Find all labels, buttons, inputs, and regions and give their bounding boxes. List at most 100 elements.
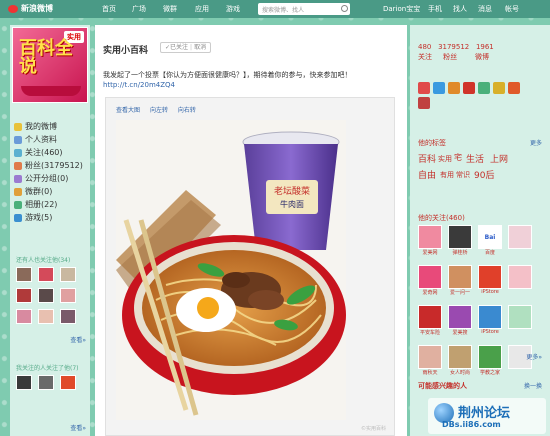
follow-status-button[interactable]: ✓已关注 | 取消 <box>160 42 212 53</box>
follow-name[interactable]: 女人时尚 <box>448 369 472 376</box>
user-thumb[interactable] <box>60 288 76 303</box>
follow-avatar[interactable] <box>508 225 532 249</box>
rotate-left-link[interactable]: 向左转 <box>150 107 168 114</box>
also-following-more[interactable]: 查看» <box>70 335 86 344</box>
follow-item[interactable]: iPStore <box>478 305 502 339</box>
menu-my-weibo[interactable]: 我的微博 <box>14 120 83 133</box>
app-icon[interactable] <box>418 82 430 94</box>
app-icon[interactable] <box>478 82 490 94</box>
follow-name[interactable]: 平安车险 <box>418 329 442 336</box>
nav-apps[interactable]: 应用 <box>195 4 209 14</box>
follow-avatar[interactable] <box>418 225 442 249</box>
follow-item[interactable]: iPStore <box>478 265 502 299</box>
follow-avatar[interactable] <box>508 265 532 289</box>
microphone-icon[interactable] <box>463 82 475 94</box>
follow-item[interactable]: 女人时尚 <box>448 345 472 379</box>
menu-games[interactable]: 游戏(5) <box>14 211 83 224</box>
follow-name[interactable]: 弹桂桥 <box>448 249 472 256</box>
following-label[interactable]: 关注 <box>418 53 432 61</box>
view-large-link[interactable]: 查看大图 <box>116 107 140 114</box>
tags-more[interactable]: 更多 <box>530 138 542 147</box>
follow-item[interactable]: 爱美网 <box>418 225 442 259</box>
follow-item[interactable] <box>508 265 532 299</box>
menu-following[interactable]: 关注(460) <box>14 146 83 159</box>
menu-fans[interactable]: 粉丝(3179512) <box>14 159 83 172</box>
nav-home[interactable]: 首页 <box>102 4 116 14</box>
following-count[interactable]: 480 <box>418 43 431 51</box>
follow-item[interactable]: 雨秋天 <box>418 345 442 379</box>
follow-avatar[interactable] <box>448 305 472 329</box>
follow-name[interactable]: 学教之家 <box>478 369 502 376</box>
post-link[interactable]: http://t.cn/20m4ZQ4 <box>103 81 175 89</box>
menu-weiqun[interactable]: 微群(0) <box>14 185 83 198</box>
follow-name[interactable]: 爱一问一 <box>448 289 472 296</box>
follow-name[interactable]: 雨秋天 <box>418 369 442 376</box>
maybe-interested-refresh[interactable]: 换一换 <box>524 381 542 390</box>
profile-avatar[interactable]: 实用 百科全说 <box>12 27 88 103</box>
user-thumb[interactable] <box>38 309 54 324</box>
fans-count[interactable]: 3179512 <box>438 43 469 51</box>
nav-user[interactable]: Darion宝宝 <box>383 4 420 14</box>
baidu-logo[interactable]: Bai <box>478 225 502 249</box>
follow-item[interactable]: 爱奇网 <box>418 265 442 299</box>
follow-name[interactable]: 爱美网 <box>418 249 442 256</box>
app-icon[interactable] <box>448 82 460 94</box>
app-icon[interactable] <box>493 82 505 94</box>
follow-item[interactable]: 弹桂桥 <box>448 225 472 259</box>
follow-avatar[interactable] <box>448 265 472 289</box>
follow-avatar[interactable] <box>418 265 442 289</box>
follow-name[interactable]: 爱奇网 <box>418 289 442 296</box>
app-icon[interactable] <box>508 82 520 94</box>
follow-avatar[interactable] <box>418 305 442 329</box>
follow-item[interactable] <box>508 225 532 259</box>
nav-mobile[interactable]: 手机 <box>428 4 442 14</box>
follow-name[interactable]: iPStore <box>478 289 502 295</box>
tag-item[interactable]: 有用 <box>440 170 454 180</box>
mutual-following-more[interactable]: 查看» <box>70 423 86 432</box>
weibo-count[interactable]: 1961 <box>476 43 494 51</box>
user-thumb[interactable] <box>38 375 54 390</box>
nav-find-people[interactable]: 找人 <box>453 4 467 14</box>
fans-label[interactable]: 粉丝 <box>443 53 457 61</box>
tag-item[interactable]: 百科 <box>418 152 436 165</box>
follow-name[interactable]: iPStore <box>478 329 502 335</box>
follow-avatar[interactable] <box>508 305 532 329</box>
user-thumb[interactable] <box>16 309 32 324</box>
menu-profile[interactable]: 个人资料 <box>14 133 83 146</box>
weibo-logo[interactable]: 新浪微博 <box>8 3 53 14</box>
tag-item[interactable]: 自由 <box>418 168 436 181</box>
tag-item[interactable]: 90后 <box>474 168 494 181</box>
app-icon[interactable] <box>418 97 430 109</box>
search-input[interactable]: 搜索微博、找人 <box>258 3 350 15</box>
tag-item[interactable]: 生活 <box>466 152 484 165</box>
user-thumb[interactable] <box>38 267 54 282</box>
follow-item[interactable]: 学教之家 <box>478 345 502 379</box>
nav-groups[interactable]: 微群 <box>163 4 177 14</box>
follow-avatar[interactable] <box>478 345 502 369</box>
rotate-right-link[interactable]: 向右转 <box>178 107 196 114</box>
follow-avatar[interactable] <box>478 265 502 289</box>
unfollow-link[interactable]: 取消 <box>194 44 206 51</box>
follow-item[interactable]: 平安车险 <box>418 305 442 339</box>
user-thumb[interactable] <box>38 288 54 303</box>
follow-name[interactable]: 爱美搜 <box>448 329 472 336</box>
search-icon[interactable] <box>341 5 348 12</box>
tag-item[interactable]: 宅 <box>454 152 462 163</box>
follow-avatar[interactable] <box>478 305 502 329</box>
post-photo[interactable]: 老坛酸菜 牛肉面 <box>116 120 346 420</box>
follow-item[interactable]: 爱美搜 <box>448 305 472 339</box>
app-icon[interactable] <box>433 82 445 94</box>
user-thumb[interactable] <box>16 267 32 282</box>
nav-square[interactable]: 广场 <box>132 4 146 14</box>
menu-public-groups[interactable]: 公开分组(0) <box>14 172 83 185</box>
user-thumb[interactable] <box>60 309 76 324</box>
follow-avatar[interactable] <box>448 225 472 249</box>
user-thumb[interactable] <box>16 288 32 303</box>
follows-more[interactable]: 更多» <box>526 352 542 361</box>
follows-count[interactable]: (460) <box>446 214 465 222</box>
follow-item[interactable]: 爱一问一 <box>448 265 472 299</box>
tag-item[interactable]: 实用 <box>438 154 452 164</box>
follow-avatar[interactable] <box>418 345 442 369</box>
menu-album[interactable]: 相册(22) <box>14 198 83 211</box>
follow-item[interactable]: Bai 百度 <box>478 225 502 259</box>
